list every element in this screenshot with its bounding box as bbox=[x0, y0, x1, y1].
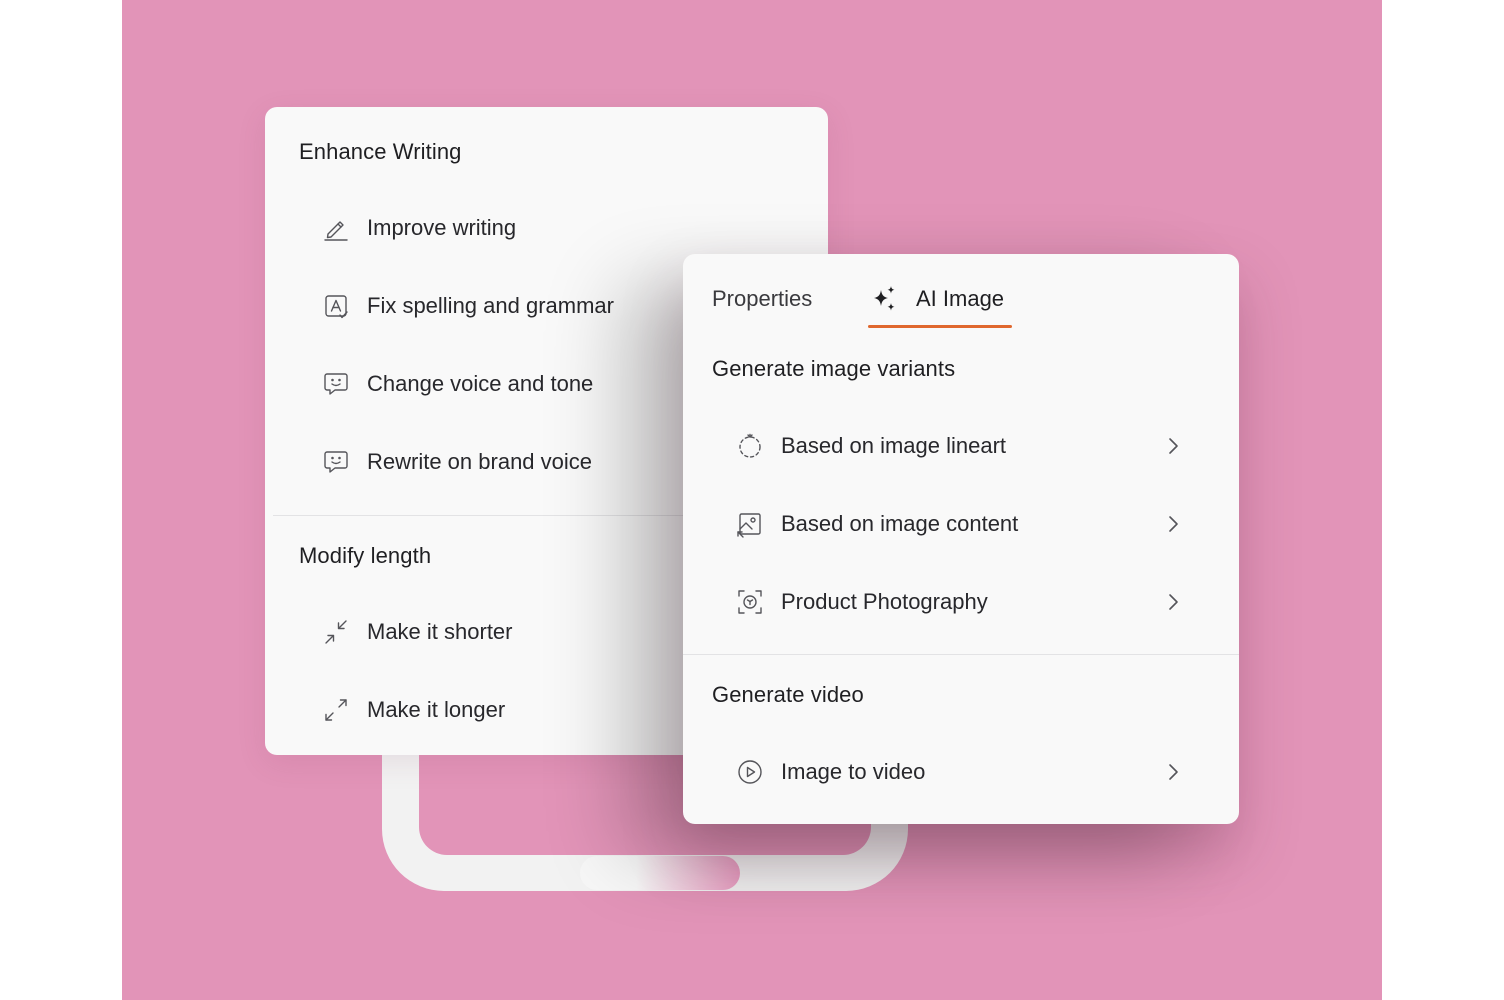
section-title-generate-video: Generate video bbox=[712, 682, 864, 707]
menu-item-content-variant[interactable]: Based on image content bbox=[735, 504, 1203, 544]
pencil-icon bbox=[321, 213, 351, 243]
menu-item-fix-spelling[interactable]: Fix spelling and grammar bbox=[321, 286, 614, 326]
chevron-right-icon[interactable] bbox=[1163, 514, 1183, 534]
active-tab-indicator bbox=[868, 325, 1012, 328]
menu-item-image-to-video[interactable]: Image to video bbox=[735, 752, 1203, 792]
menu-item-make-shorter[interactable]: Make it shorter bbox=[321, 612, 513, 652]
ai-image-panel: Properties AI Image Generate image varia… bbox=[683, 254, 1239, 824]
menu-item-label: Rewrite on brand voice bbox=[367, 449, 593, 474]
menu-item-label: Based on image lineart bbox=[781, 433, 1007, 458]
menu-item-label: Make it shorter bbox=[367, 619, 513, 644]
chevron-right-icon[interactable] bbox=[1163, 592, 1183, 612]
menu-item-label: Based on image content bbox=[781, 511, 1019, 536]
dashed-circle-icon bbox=[735, 431, 765, 461]
menu-item-change-voice[interactable]: Change voice and tone bbox=[321, 364, 593, 404]
section-title-generate-variants: Generate image variants bbox=[712, 356, 956, 381]
play-circle-icon bbox=[735, 757, 765, 787]
speech-bubble-smile-icon bbox=[321, 369, 351, 399]
menu-item-lineart-variant[interactable]: Based on image lineart bbox=[735, 426, 1203, 466]
collapse-arrows-icon bbox=[321, 617, 351, 647]
pink-backdrop: Enhance Writing Improve writing Fix spel… bbox=[122, 0, 1382, 1000]
spellcheck-icon bbox=[321, 291, 351, 321]
tab-ai-image[interactable]: AI Image bbox=[870, 274, 1004, 324]
chevron-right-icon[interactable] bbox=[1163, 762, 1183, 782]
speech-bubble-smile-icon bbox=[321, 447, 351, 477]
tab-properties[interactable]: Properties bbox=[712, 274, 812, 324]
menu-item-product-photography[interactable]: Product Photography bbox=[735, 582, 1203, 622]
product-focus-icon bbox=[735, 587, 765, 617]
menu-item-make-longer[interactable]: Make it longer bbox=[321, 690, 505, 730]
image-frame-icon bbox=[735, 509, 765, 539]
tab-label: Properties bbox=[712, 286, 813, 311]
menu-item-label: Improve writing bbox=[367, 215, 517, 240]
expand-arrows-icon bbox=[321, 695, 351, 725]
menu-item-label: Change voice and tone bbox=[367, 371, 594, 396]
tab-label: AI Image bbox=[916, 286, 1005, 311]
menu-item-label: Make it longer bbox=[367, 697, 506, 722]
sparkle-icon bbox=[870, 284, 900, 314]
menu-item-label: Image to video bbox=[781, 759, 926, 784]
chevron-right-icon[interactable] bbox=[1163, 436, 1183, 456]
section-title-modify-length: Modify length bbox=[299, 543, 432, 568]
menu-item-label: Fix spelling and grammar bbox=[367, 293, 614, 318]
section-title-enhance-writing: Enhance Writing bbox=[299, 139, 462, 164]
menu-item-rewrite-brand-voice[interactable]: Rewrite on brand voice bbox=[321, 442, 592, 482]
menu-item-label: Product Photography bbox=[781, 589, 988, 614]
section-divider bbox=[683, 654, 1239, 655]
decorative-glow-pill bbox=[580, 856, 740, 890]
menu-item-improve-writing[interactable]: Improve writing bbox=[321, 208, 516, 248]
